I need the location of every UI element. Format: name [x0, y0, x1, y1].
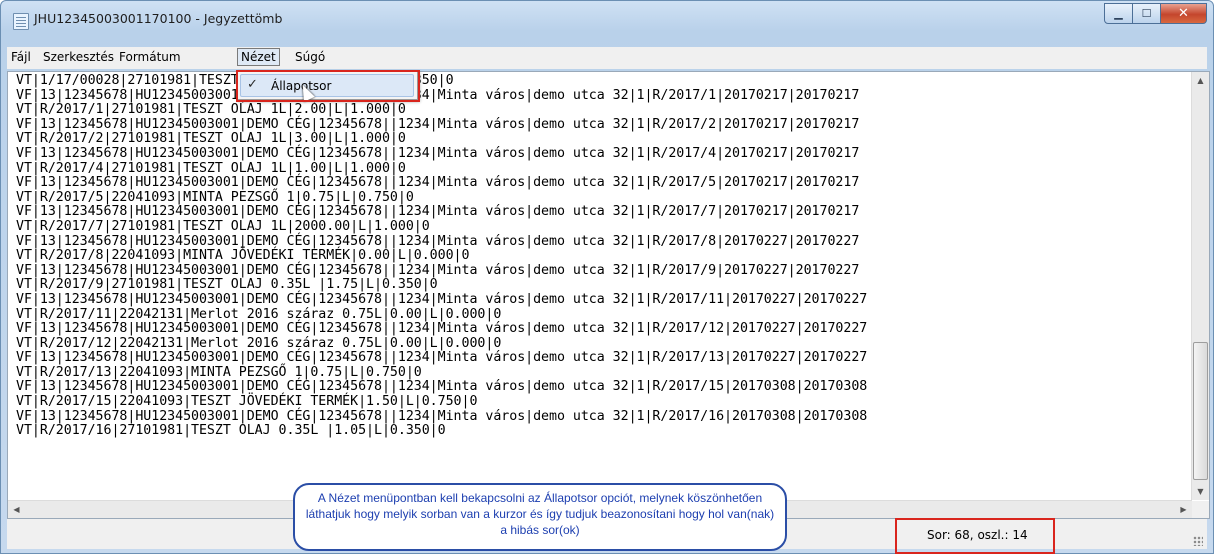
notepad-window: JHU12345003001170100 - Jegyzettömb ▁ ☐ ✕…: [0, 0, 1214, 554]
text-line: VF|13|12345678|HU12345003001|DEMO CÉG|12…: [16, 262, 860, 278]
title-bar[interactable]: JHU12345003001170100 - Jegyzettömb ▁ ☐ ✕: [1, 1, 1213, 37]
text-line: VT|R/2017/8|22041093|MINTA JÖVEDÉKI TERM…: [16, 248, 470, 264]
resize-grip-icon[interactable]: [1193, 536, 1203, 546]
caption-buttons: ▁ ☐ ✕: [1104, 3, 1207, 24]
scrollbar-corner: [1192, 501, 1209, 518]
text-line: VT|R/2017/1|27101981|TESZT OLAJ 1L|2.00|…: [16, 102, 406, 118]
editor-content[interactable]: VT|1/17/00028|27101981|TESZT OLAJ 0.35L …: [16, 73, 868, 439]
scroll-left-arrow-icon[interactable]: ◀: [8, 501, 25, 518]
text-line: VF|13|12345678|HU12345003001|DEMO CÉG|12…: [16, 233, 860, 249]
text-line: VF|13|12345678|HU12345003001|DEMO CÉG|12…: [16, 204, 860, 220]
menu-file[interactable]: Fájl: [9, 50, 33, 64]
vertical-scrollbar[interactable]: ▲ ▼: [1191, 72, 1209, 500]
scroll-right-arrow-icon[interactable]: ▶: [1175, 501, 1192, 518]
text-line: VF|13|12345678|HU12345003001|DEMO CÉG|12…: [16, 175, 860, 191]
annotation-callout: A Nézet menüpontban kell bekapcsolni az …: [293, 483, 787, 551]
highlight-status-position: [895, 518, 1055, 554]
menu-help[interactable]: Súgó: [293, 50, 327, 64]
scroll-down-arrow-icon[interactable]: ▼: [1192, 483, 1209, 500]
text-line: VT|R/2017/15|22041093|TESZT JÖVEDÉKI TER…: [16, 394, 478, 410]
close-button[interactable]: ✕: [1161, 3, 1207, 24]
text-line: VF|13|12345678|HU12345003001|DEMO CÉG|12…: [16, 408, 868, 424]
menu-edit[interactable]: Szerkesztés: [41, 50, 116, 64]
text-line: VT|R/2017/7|27101981|TESZT OLAJ 1L|2000.…: [16, 218, 430, 234]
text-line: VF|13|12345678|HU12345003001|DEMO CÉG|12…: [16, 87, 860, 103]
menu-format[interactable]: Formátum: [117, 50, 183, 64]
text-line: VT|R/2017/2|27101981|TESZT OLAJ 1L|3.00|…: [16, 131, 406, 147]
text-line: VT|1/17/00028|27101981|TESZT OLAJ 0.35L …: [16, 73, 454, 88]
text-line: VF|13|12345678|HU12345003001|DEMO CÉG|12…: [16, 116, 860, 132]
text-editor[interactable]: VT|1/17/00028|27101981|TESZT OLAJ 0.35L …: [7, 71, 1210, 519]
minimize-button[interactable]: ▁: [1104, 3, 1133, 24]
notepad-icon: [13, 13, 29, 30]
menu-bar: Fájl Szerkesztés Formátum Nézet Súgó: [7, 47, 1207, 69]
window-title: JHU12345003001170100 - Jegyzettömb: [34, 11, 283, 26]
scroll-up-arrow-icon[interactable]: ▲: [1192, 72, 1209, 89]
text-line: VT|R/2017/11|22042131|Merlot 2016 száraz…: [16, 306, 502, 322]
menu-view[interactable]: Nézet: [237, 48, 280, 66]
text-line: VF|13|12345678|HU12345003001|DEMO CÉG|12…: [16, 379, 868, 395]
highlight-statusbar-option: [236, 70, 420, 102]
text-line: VF|13|12345678|HU12345003001|DEMO CÉG|12…: [16, 291, 868, 307]
maximize-button[interactable]: ☐: [1133, 3, 1161, 24]
callout-text: A Nézet menüpontban kell bekapcsolni az …: [305, 491, 775, 537]
text-line: VT|R/2017/9|27101981|TESZT OLAJ 0.35L |1…: [16, 277, 438, 293]
vertical-scroll-thumb[interactable]: [1193, 342, 1208, 480]
text-line: VT|R/2017/4|27101981|TESZT OLAJ 1L|1.00|…: [16, 160, 406, 176]
text-line: VF|13|12345678|HU12345003001|DEMO CÉG|12…: [16, 350, 868, 366]
text-line: VF|13|12345678|HU12345003001|DEMO CÉG|12…: [16, 145, 860, 161]
text-line: VF|13|12345678|HU12345003001|DEMO CÉG|12…: [16, 321, 868, 337]
text-line: VT|R/2017/16|27101981|TESZT OLAJ 0.35L |…: [16, 423, 446, 439]
